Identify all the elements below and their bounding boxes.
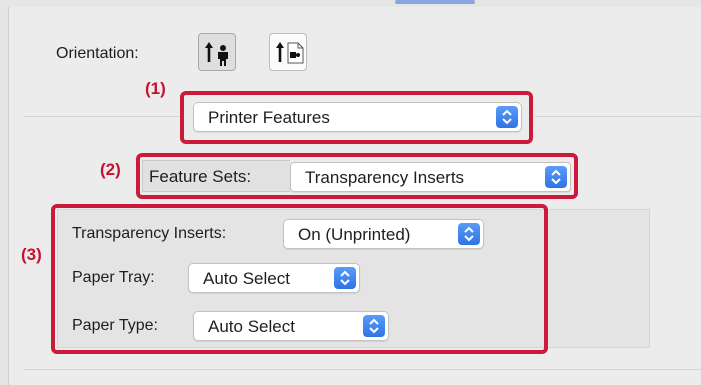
- transparency-inserts-popup[interactable]: On (Unprinted): [283, 219, 484, 249]
- portrait-orientation-button[interactable]: [198, 33, 236, 71]
- paper-tray-popup[interactable]: Auto Select: [188, 263, 360, 293]
- separator-left: [24, 116, 179, 117]
- window-left-edge: [0, 0, 9, 385]
- focus-ring-remnant: [395, 0, 475, 4]
- callout-3: (3): [21, 245, 42, 264]
- paper-type-label: Paper Type:: [72, 317, 158, 334]
- updown-chevron-icon: [496, 106, 518, 128]
- landscape-orientation-icon: [276, 42, 304, 64]
- updown-chevron-icon: [458, 223, 480, 245]
- bottom-separator: [24, 369, 701, 370]
- paper-tray-label: Paper Tray:: [72, 269, 155, 286]
- orientation-label: Orientation:: [56, 45, 139, 62]
- top-strip: [0, 0, 701, 7]
- printer-features-popup[interactable]: Printer Features: [193, 102, 522, 132]
- separator-right: [535, 116, 701, 117]
- feature-sets-popup[interactable]: Transparency Inserts: [290, 162, 571, 192]
- portrait-orientation-icon: [205, 42, 228, 66]
- transparency-inserts-value: On (Unprinted): [298, 225, 411, 244]
- transparency-inserts-label: Transparency Inserts:: [72, 225, 227, 242]
- paper-type-popup[interactable]: Auto Select: [193, 311, 389, 341]
- printer-features-value: Printer Features: [208, 108, 330, 127]
- updown-chevron-icon: [334, 267, 356, 289]
- paper-type-value: Auto Select: [208, 317, 295, 336]
- updown-chevron-icon: [545, 166, 567, 188]
- callout-1: (1): [145, 79, 166, 98]
- feature-sets-label: Feature Sets:: [149, 167, 252, 186]
- landscape-orientation-button[interactable]: [269, 33, 307, 71]
- callout-2: (2): [100, 160, 121, 179]
- updown-chevron-icon: [363, 315, 385, 337]
- feature-sets-tab: Feature Sets:: [142, 160, 290, 192]
- feature-sets-value: Transparency Inserts: [305, 168, 465, 187]
- paper-tray-value: Auto Select: [203, 269, 290, 288]
